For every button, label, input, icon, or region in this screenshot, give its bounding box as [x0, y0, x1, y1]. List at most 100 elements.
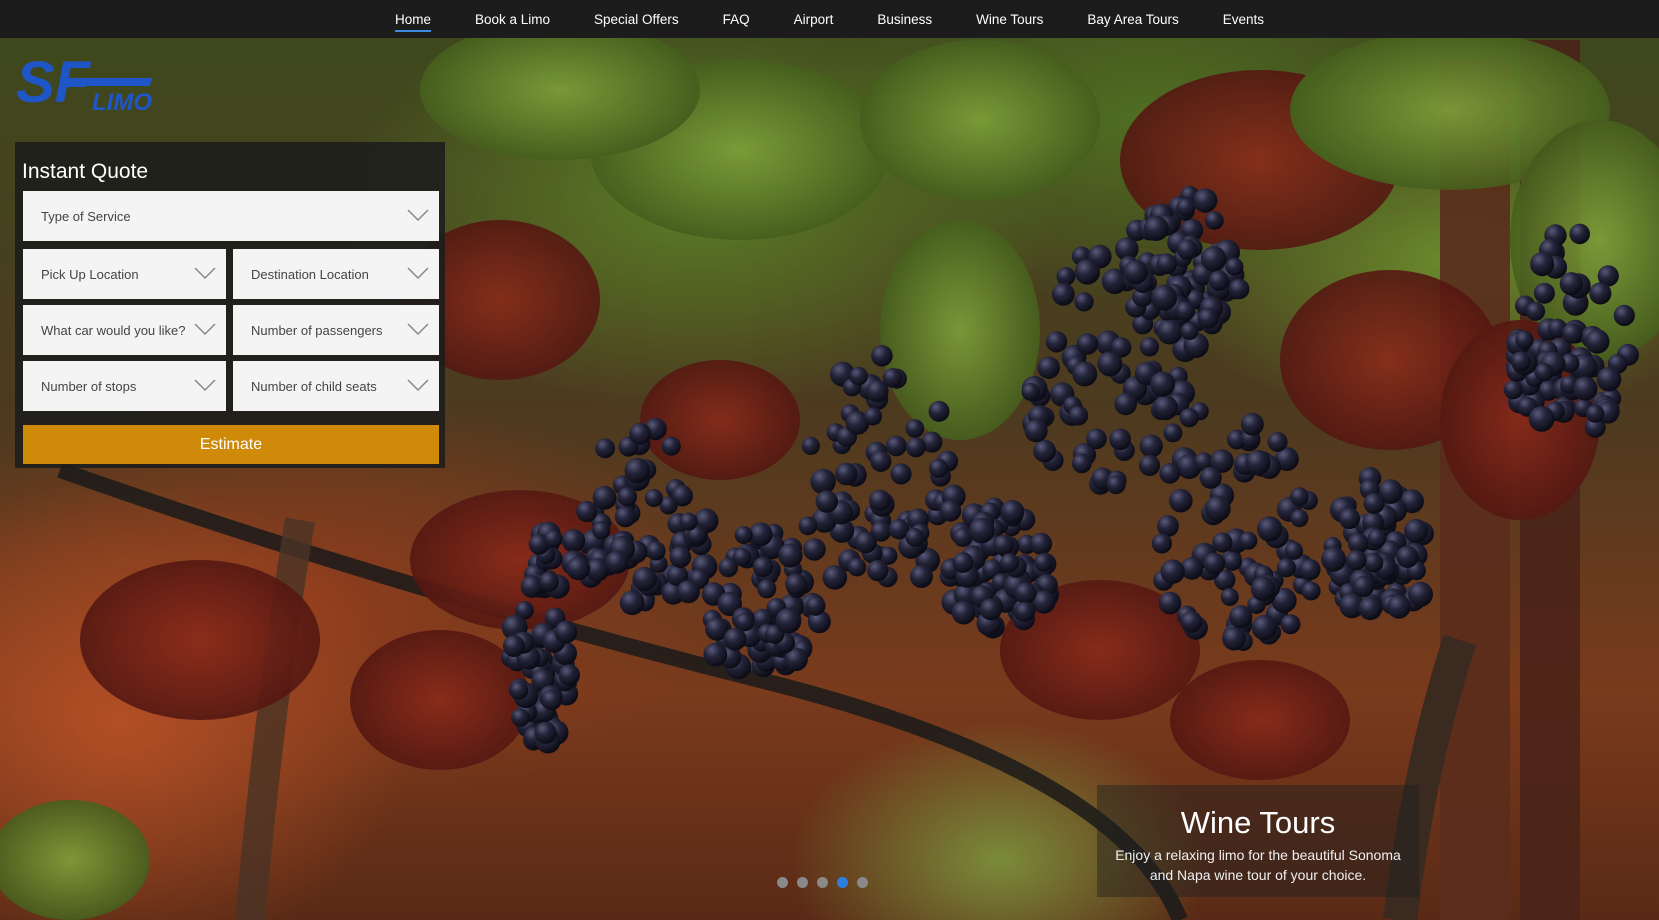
grape	[870, 521, 892, 542]
grape	[822, 565, 848, 590]
stops-select[interactable]: Number of stops	[23, 361, 226, 411]
grape	[1208, 270, 1230, 291]
grape	[1123, 260, 1148, 285]
nav-item-special-offers[interactable]: Special Offers	[594, 8, 679, 31]
grape	[979, 598, 1002, 621]
carousel-indicators	[777, 877, 877, 888]
carousel-dot[interactable]	[777, 877, 788, 888]
carousel-dot[interactable]	[857, 877, 868, 888]
grape	[1179, 408, 1199, 428]
chevron-down-icon	[407, 267, 429, 280]
stops-label: Number of stops	[41, 378, 137, 394]
grape	[1199, 466, 1222, 489]
nav-item-business[interactable]: Business	[877, 8, 932, 31]
grape	[882, 368, 903, 388]
nav-item-events[interactable]: Events	[1223, 8, 1264, 31]
grape	[1530, 252, 1555, 277]
pick-up-location-select[interactable]: Pick Up Location	[23, 249, 226, 299]
grape	[1596, 366, 1622, 392]
grape	[1072, 361, 1098, 387]
grape	[1585, 329, 1610, 354]
passengers-select[interactable]: Number of passengers	[233, 305, 439, 355]
nav-item-bay-area-tours[interactable]: Bay Area Tours	[1087, 8, 1178, 31]
nav-item-faq[interactable]: FAQ	[723, 8, 750, 31]
grape	[1267, 431, 1288, 452]
nav-item-home[interactable]: Home	[394, 8, 431, 32]
grape	[558, 664, 580, 686]
nav-item-wine-tours[interactable]: Wine Tours	[976, 8, 1043, 31]
grape	[1257, 516, 1283, 542]
grape	[1175, 301, 1196, 321]
grape	[679, 512, 698, 531]
grape	[1169, 488, 1193, 513]
top-navigation: Home Book a Limo Special Offers FAQ Airp…	[0, 0, 1659, 38]
nav-item-airport[interactable]: Airport	[794, 8, 834, 31]
logo-sub-text: LIMO	[92, 89, 152, 116]
grape	[905, 419, 925, 438]
grape	[1239, 531, 1258, 550]
grape	[1280, 614, 1301, 635]
carousel-dot[interactable]	[837, 877, 848, 888]
sf-limo-logo[interactable]: SF LIMO	[14, 50, 164, 116]
grape	[534, 721, 557, 744]
grape	[1534, 363, 1554, 382]
destination-location-label: Destination Location	[251, 266, 369, 282]
grape	[952, 552, 974, 573]
chevron-down-icon	[194, 323, 216, 336]
grape	[775, 607, 802, 634]
grape	[1156, 253, 1178, 275]
grape	[905, 528, 925, 547]
grape	[1387, 595, 1411, 619]
grape	[619, 590, 645, 616]
grape	[617, 486, 638, 507]
chevron-down-icon	[194, 267, 216, 280]
grape	[1251, 614, 1278, 641]
grape	[1029, 532, 1053, 555]
grape	[614, 506, 637, 528]
grape	[951, 600, 976, 625]
grape	[1396, 545, 1419, 569]
grape	[1204, 495, 1231, 522]
grape	[511, 708, 530, 727]
grape	[885, 435, 907, 457]
carousel-dot[interactable]	[797, 877, 808, 888]
grape	[1149, 371, 1176, 397]
grape	[810, 468, 836, 495]
grape	[939, 500, 962, 522]
grape	[1589, 282, 1612, 305]
nav-item-book-a-limo[interactable]: Book a Limo	[475, 8, 550, 31]
grape	[1225, 257, 1244, 276]
grape	[1203, 552, 1226, 575]
grape	[1290, 509, 1309, 528]
grape	[752, 556, 774, 578]
instant-quote-title: Instant Quote	[22, 160, 149, 183]
slide-title: Wine Tours	[1180, 805, 1336, 840]
estimate-button[interactable]: Estimate	[23, 425, 439, 464]
grape	[1526, 301, 1546, 321]
grape	[629, 422, 652, 445]
pick-up-location-label: Pick Up Location	[41, 266, 139, 282]
grape	[1180, 322, 1199, 341]
grape	[890, 463, 912, 485]
grape	[805, 595, 826, 616]
destination-location-select[interactable]: Destination Location	[233, 249, 439, 299]
car-choice-select[interactable]: What car would you like?	[23, 305, 226, 355]
carousel-dot[interactable]	[817, 877, 828, 888]
grape	[1071, 453, 1092, 474]
grape	[1352, 575, 1375, 598]
grape	[1143, 215, 1169, 241]
grape	[723, 627, 747, 651]
grape	[1076, 333, 1099, 355]
grape	[1056, 267, 1076, 286]
type-of-service-select[interactable]: Type of Service	[23, 191, 439, 241]
grape	[1177, 239, 1198, 260]
grape	[576, 500, 598, 523]
grape	[605, 550, 629, 574]
grape	[1153, 395, 1178, 421]
chevron-down-icon	[194, 379, 216, 392]
grape	[1222, 626, 1246, 651]
child-seats-select[interactable]: Number of child seats	[233, 361, 439, 411]
grape	[905, 437, 926, 458]
grape	[541, 689, 562, 711]
grape	[1151, 284, 1178, 311]
